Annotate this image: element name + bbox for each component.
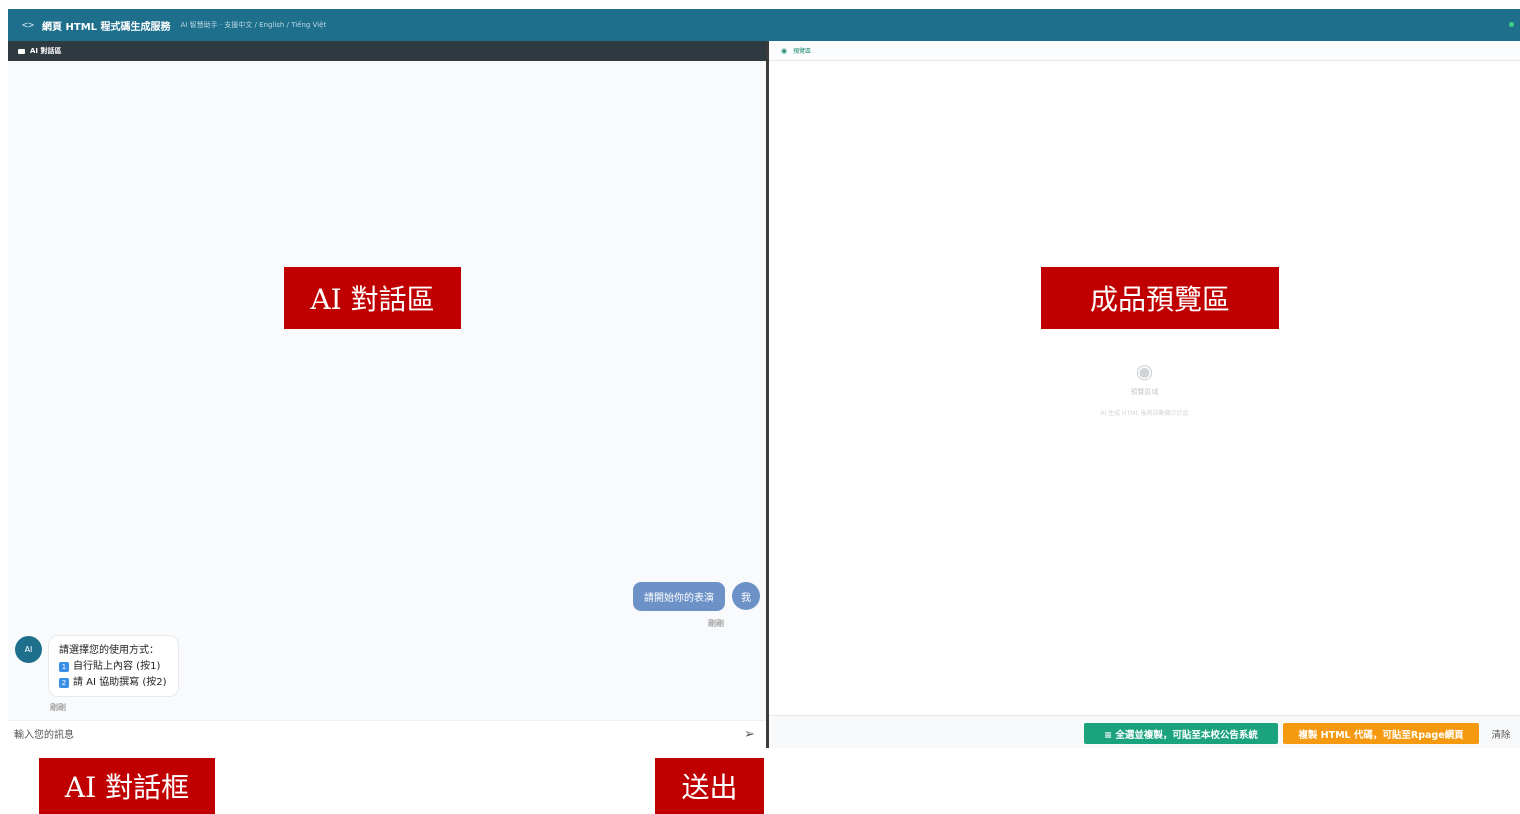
preview-panel: ◉ 預覽區 ◉ 預覽區域 AI 生成 HTML 後將自動顯示於此 ≡ 全選並複製… — [769, 41, 1520, 748]
ai-option-2: 2 請 AI 協助撰寫 (按2) — [59, 675, 178, 691]
preview-panel-title: 預覽區 — [793, 48, 812, 55]
code-icon: <> — [22, 19, 35, 31]
ai-option-2-label: 請 AI 協助撰寫 (按2) — [73, 677, 167, 688]
empty-preview-title: 預覽區域 — [1130, 388, 1159, 396]
clear-button[interactable]: 清除 — [1485, 723, 1517, 744]
annotation-chat-area: AI 對話區 — [284, 267, 461, 329]
ai-message-bubble: 請選擇您的使用方式： 1 自行貼上內容 (按1) 2 請 AI 協助撰寫 (按2) — [48, 635, 179, 697]
app-subtitle: AI 智慧助手 · 支援中文 / English / Tiếng Việt — [180, 21, 327, 29]
status-dot-icon — [1509, 22, 1514, 27]
user-message-time: 剛剛 — [708, 619, 724, 628]
empty-preview-description: AI 生成 HTML 後將自動顯示於此 — [1100, 410, 1189, 417]
chat-input[interactable] — [14, 726, 714, 744]
ai-option-1-label: 自行貼上內容 (按1) — [73, 661, 161, 672]
chat-icon — [18, 48, 25, 54]
chat-panel: AI 對話區 請開始你的表演 我 剛剛 AI 請選擇您的使用方式： 1 自行貼上內… — [8, 41, 766, 748]
preview-panel-header: ◉ 預覽區 — [769, 41, 1520, 61]
app-header: <> 網頁 HTML 程式碼生成服務 AI 智慧助手 · 支援中文 / Engl… — [8, 9, 1520, 41]
chat-input-bar: ➢ — [8, 720, 766, 748]
number-two-icon: 2 — [59, 678, 69, 688]
ai-avatar: AI — [15, 636, 42, 663]
user-message-bubble: 請開始你的表演 — [633, 582, 725, 611]
annotation-preview-area: 成品預覽區 — [1041, 267, 1279, 329]
number-one-icon: 1 — [59, 662, 69, 672]
ai-message-time: 剛剛 — [50, 703, 66, 712]
ai-option-1: 1 自行貼上內容 (按1) — [59, 659, 178, 675]
app-window: <> 網頁 HTML 程式碼生成服務 AI 智慧助手 · 支援中文 / Engl… — [8, 9, 1520, 748]
eye-icon: ◉ — [781, 46, 788, 55]
ai-message-line: 請選擇您的使用方式： — [59, 645, 159, 656]
eye-large-icon: ◉ — [1135, 359, 1154, 383]
copy-html-button[interactable]: 複製 HTML 代碼，可貼至Rpage網頁 — [1283, 723, 1479, 744]
preview-action-bar: ≡ 全選並複製，可貼至本校公告系統 複製 HTML 代碼，可貼至Rpage網頁 … — [769, 715, 1520, 748]
chat-panel-title: AI 對話區 — [30, 47, 62, 55]
chat-panel-header: AI 對話區 — [8, 41, 766, 61]
copy-all-button[interactable]: ≡ 全選並複製，可貼至本校公告系統 — [1084, 723, 1278, 744]
annotation-send: 送出 — [655, 758, 764, 814]
annotation-chat-box: AI 對話框 — [39, 758, 215, 814]
user-avatar: 我 — [732, 582, 760, 610]
empty-preview-state: ◉ 預覽區域 AI 生成 HTML 後將自動顯示於此 — [769, 359, 1520, 417]
send-icon[interactable]: ➢ — [744, 727, 755, 742]
app-title: 網頁 HTML 程式碼生成服務 — [42, 21, 171, 33]
